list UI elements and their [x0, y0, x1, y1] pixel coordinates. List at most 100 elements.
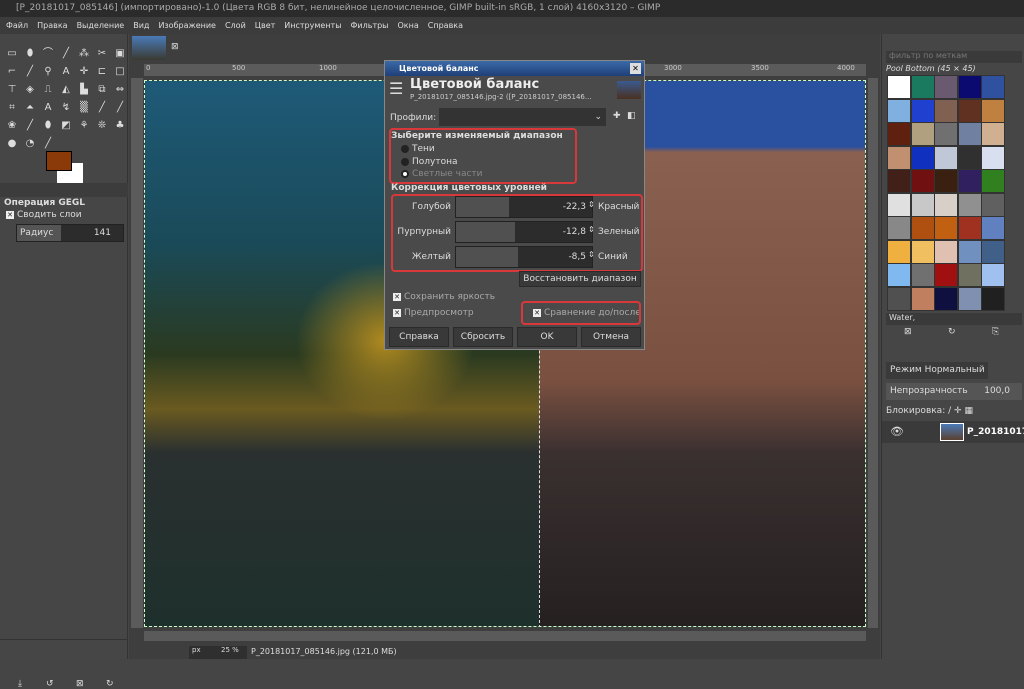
tool-icon[interactable]: ◭	[60, 84, 72, 96]
pattern-swatch[interactable]	[982, 146, 1004, 169]
tool-icon[interactable]: □	[114, 66, 126, 78]
pattern-swatch[interactable]	[982, 170, 1004, 192]
split-view-checkbox[interactable]: ✕ Сравнение до/после	[533, 308, 639, 318]
reset-button[interactable]: Сбросить	[453, 327, 513, 347]
tool-icon[interactable]: ●	[6, 138, 18, 150]
pattern-swatch[interactable]	[888, 123, 910, 145]
pattern-swatch[interactable]	[935, 146, 957, 169]
pattern-swatch[interactable]	[958, 146, 981, 169]
range-shadows-radio[interactable]: Тени	[401, 144, 435, 154]
menu-color[interactable]: Цвет	[255, 17, 276, 34]
lock-pixels-icon[interactable]: /	[948, 406, 951, 416]
pattern-swatch[interactable]	[911, 170, 934, 192]
profiles-select[interactable]: ⌄	[439, 108, 606, 126]
tool-icon[interactable]: ╱	[60, 48, 72, 60]
pattern-swatch[interactable]	[958, 76, 981, 98]
menu-tools[interactable]: Инструменты	[284, 17, 341, 34]
tool-icon[interactable]: ⌐	[6, 66, 18, 78]
pattern-swatch[interactable]	[888, 193, 910, 216]
pattern-swatch[interactable]	[982, 264, 1004, 286]
pattern-swatch[interactable]	[911, 240, 934, 263]
help-button[interactable]: Справка	[389, 327, 449, 347]
lock-alpha-icon[interactable]: ▦	[964, 406, 973, 416]
pattern-swatch[interactable]	[958, 264, 981, 286]
pattern-swatch[interactable]	[935, 193, 957, 216]
delete-options-icon[interactable]: ⊠	[76, 679, 84, 689]
pattern-swatch[interactable]	[982, 76, 1004, 98]
pattern-swatch[interactable]	[958, 240, 981, 263]
tool-icon[interactable]: ⁂	[78, 48, 90, 60]
horizontal-scrollbar[interactable]	[144, 631, 866, 641]
visibility-eye-icon[interactable]: 👁	[890, 425, 904, 438]
pattern-swatch[interactable]	[935, 76, 957, 98]
merge-layers-checkbox[interactable]: ✕ Сводить слои	[6, 210, 82, 220]
tool-icon[interactable]: ⌒	[42, 48, 54, 60]
menu-windows[interactable]: Окна	[398, 17, 419, 34]
pattern-swatch[interactable]	[935, 123, 957, 145]
pattern-swatch[interactable]	[958, 193, 981, 216]
tool-icon[interactable]: ╱	[24, 120, 36, 132]
menu-filters[interactable]: Фильтры	[351, 17, 389, 34]
delete-pattern-icon[interactable]: ⊠	[904, 327, 912, 337]
pattern-swatch[interactable]	[911, 146, 934, 169]
restore-options-icon[interactable]: ↺	[46, 679, 54, 689]
pattern-swatch[interactable]	[935, 287, 957, 310]
tool-icon[interactable]: ╱	[96, 102, 108, 114]
menu-file[interactable]: Файл	[6, 17, 28, 34]
pattern-swatch[interactable]	[911, 76, 934, 98]
spin-arrows-icon[interactable]: ⇕	[588, 225, 595, 234]
preview-checkbox[interactable]: ✕ Предпросмотр	[393, 308, 474, 318]
pattern-swatch[interactable]	[911, 217, 934, 239]
pattern-swatch[interactable]	[888, 76, 910, 98]
lock-position-icon[interactable]: ✛	[954, 406, 962, 416]
color-level-slider[interactable]: -12,8	[455, 221, 593, 243]
tool-icon[interactable]: ❊	[96, 120, 108, 132]
save-options-icon[interactable]: ⤓	[18, 679, 22, 689]
pattern-swatch[interactable]	[958, 287, 981, 310]
layer-row[interactable]: 👁 P_20181017	[882, 421, 1024, 443]
range-midtones-radio[interactable]: Полутона	[401, 157, 458, 167]
vertical-scrollbar[interactable]	[868, 78, 878, 628]
pattern-swatch[interactable]	[911, 287, 934, 310]
dock-tabs[interactable]	[886, 34, 1006, 48]
tool-icon[interactable]: ↯	[60, 102, 72, 114]
reset-range-button[interactable]: Восстановить диапазон	[519, 271, 641, 287]
pattern-swatch[interactable]	[982, 217, 1004, 239]
tool-icon[interactable]: ♣	[114, 120, 126, 132]
reset-options-icon[interactable]: ↻	[106, 679, 114, 689]
tool-icon[interactable]: ⚘	[78, 120, 90, 132]
pattern-swatch[interactable]	[958, 217, 981, 239]
pattern-swatch[interactable]	[958, 99, 981, 122]
pattern-swatch[interactable]	[982, 123, 1004, 145]
tool-icon[interactable]: A	[42, 102, 54, 114]
tool-icon[interactable]: ▭	[6, 48, 18, 60]
spin-arrows-icon[interactable]: ⇕	[588, 250, 595, 259]
pattern-swatch[interactable]	[888, 264, 910, 286]
dialog-close-icon[interactable]: ✕	[630, 63, 641, 74]
tool-icon[interactable]: ⌗	[6, 102, 18, 114]
layer-mode-select[interactable]: Режим Нормальный ⌄	[886, 362, 988, 392]
tool-icon[interactable]: ⬮	[42, 120, 54, 132]
tool-icon[interactable]: ╱	[42, 138, 54, 150]
pattern-swatch[interactable]	[982, 240, 1004, 263]
pattern-swatch[interactable]	[888, 240, 910, 263]
pattern-swatch[interactable]	[935, 240, 957, 263]
preset-menu-icon[interactable]: ◧	[627, 111, 636, 121]
pattern-swatch[interactable]	[888, 217, 910, 239]
pattern-swatch[interactable]	[935, 264, 957, 286]
add-preset-icon[interactable]: ✚	[613, 111, 621, 121]
pattern-swatch[interactable]	[888, 287, 910, 310]
cancel-button[interactable]: Отмена	[581, 327, 641, 347]
opacity-field[interactable]: Непрозрачность 100,0	[886, 383, 1022, 400]
tool-icon[interactable]: ◩	[60, 120, 72, 132]
tool-icon[interactable]: ⇔	[114, 84, 126, 96]
tool-icon[interactable]: ⏶	[24, 102, 36, 114]
pattern-swatch[interactable]	[935, 217, 957, 239]
pattern-swatch[interactable]	[911, 193, 934, 216]
menu-help[interactable]: Справка	[428, 17, 463, 34]
tool-icon[interactable]: ⊏	[96, 66, 108, 78]
pattern-filter-input[interactable]: фильтр по меткам	[886, 51, 1022, 63]
pattern-swatch[interactable]	[888, 146, 910, 169]
menu-view[interactable]: Вид	[133, 17, 149, 34]
unit-select[interactable]: px	[189, 646, 219, 659]
